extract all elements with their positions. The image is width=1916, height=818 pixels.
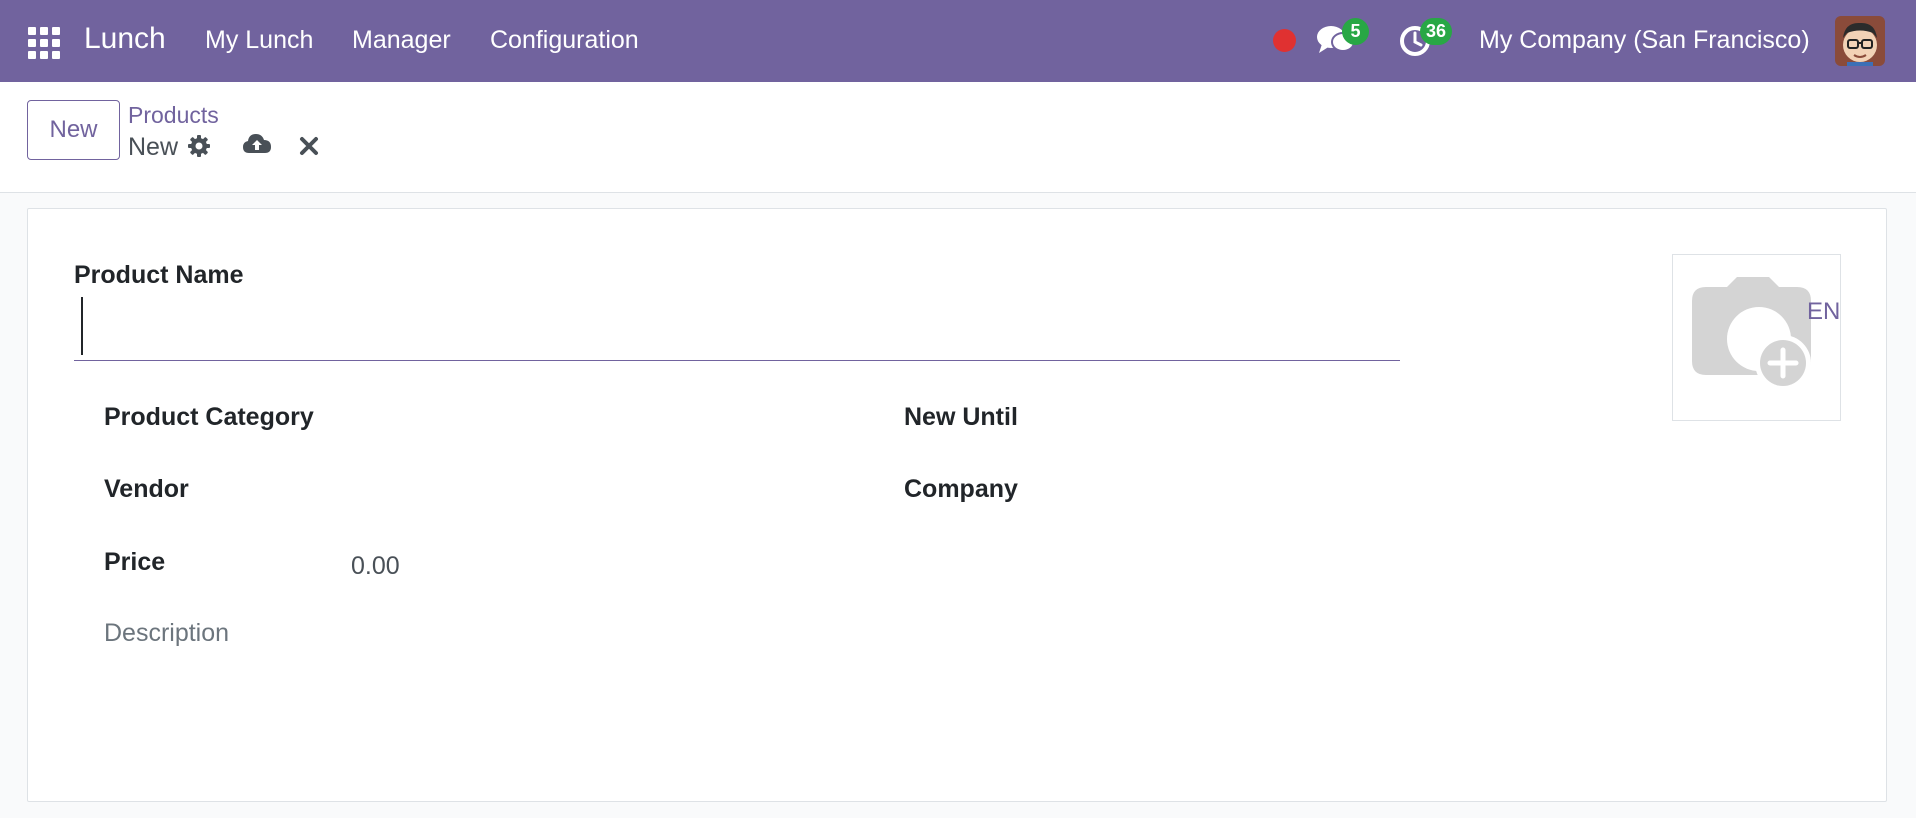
new-until-date-field[interactable] (1138, 399, 1398, 435)
control-panel: New Products New (0, 82, 1916, 193)
messages-count-badge: 5 (1342, 18, 1369, 45)
text-cursor (81, 297, 83, 355)
breadcrumb-products-link[interactable]: Products (128, 102, 219, 129)
gear-icon[interactable] (187, 134, 211, 158)
new-until-label: New Until (904, 403, 1018, 431)
product-image-upload[interactable] (1672, 254, 1841, 421)
app-name[interactable]: Lunch (84, 22, 166, 56)
price-label: Price (104, 548, 166, 576)
product-name-label: Product Name (74, 261, 244, 289)
vendor-field[interactable] (348, 471, 778, 507)
activities-count-badge: 36 (1420, 18, 1453, 45)
app-menu-grid-icon[interactable] (28, 27, 62, 59)
description-field[interactable]: Description (104, 619, 229, 648)
discard-close-icon[interactable] (299, 136, 319, 156)
product-name-input[interactable] (74, 297, 1400, 361)
form-sheet: Product Name Product Category Vendor Pri… (27, 208, 1887, 802)
product-category-label: Product Category (104, 403, 314, 431)
product-category-field[interactable] (348, 399, 778, 435)
save-cloud-upload-icon[interactable] (242, 132, 272, 156)
language-translate-button[interactable]: EN (1807, 298, 1840, 326)
company-field[interactable] (1138, 471, 1398, 507)
user-avatar[interactable] (1835, 16, 1885, 66)
company-switcher[interactable]: My Company (San Francisco) (1479, 26, 1810, 55)
price-field[interactable]: 0.00 (351, 552, 400, 581)
breadcrumb-current: New (128, 133, 179, 161)
menu-my-lunch[interactable]: My Lunch (205, 26, 313, 55)
top-navbar: Lunch My Lunch Manager Configuration 5 3… (0, 0, 1916, 82)
menu-configuration[interactable]: Configuration (490, 26, 639, 55)
company-label: Company (904, 475, 1018, 503)
recording-indicator-icon[interactable] (1273, 29, 1296, 52)
new-button[interactable]: New (27, 100, 120, 160)
vendor-label: Vendor (104, 475, 189, 503)
menu-manager[interactable]: Manager (352, 26, 451, 55)
